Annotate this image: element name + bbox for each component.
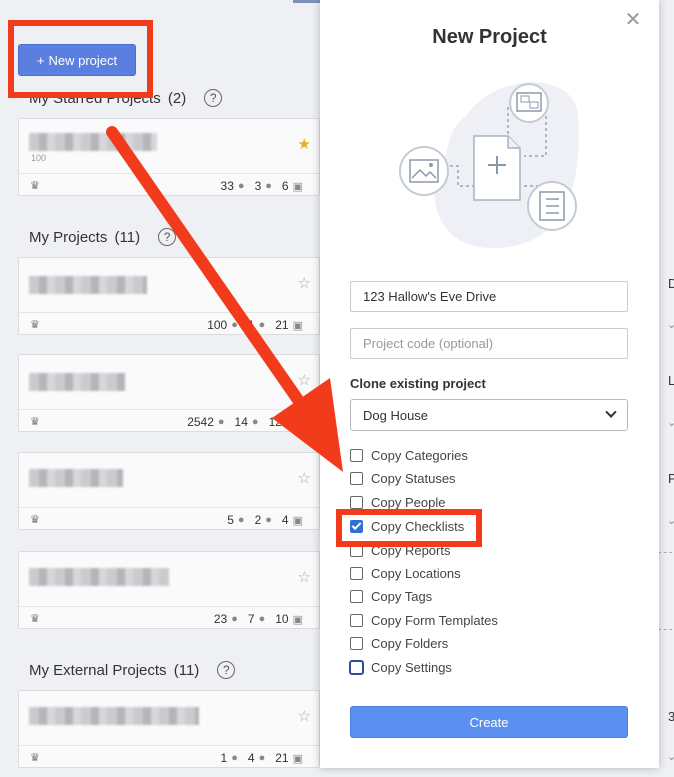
crown-icon: ♛: [30, 180, 40, 192]
star-outline-icon[interactable]: ☆: [298, 274, 311, 292]
new-project-button[interactable]: + New project: [18, 44, 136, 76]
checkbox[interactable]: [350, 613, 363, 627]
crown-icon: ♛: [30, 752, 40, 764]
checkbox[interactable]: [350, 566, 363, 580]
copy-form-templates-checkbox[interactable]: Copy Form Templates: [350, 611, 498, 629]
project-card[interactable]: 100 ★ ♛ 33 ● 3 ● 6 ▣: [18, 118, 320, 196]
section-title-starred: My Starred Projects (2) ?: [29, 89, 223, 107]
help-icon[interactable]: ?: [217, 661, 236, 679]
chevron-down-icon: ⌄: [667, 319, 674, 331]
checkbox[interactable]: [350, 543, 363, 557]
chevron-down-icon: ⌄: [667, 751, 674, 763]
form-icon: ▣: [292, 514, 303, 527]
checkbox-checked[interactable]: [350, 519, 363, 533]
project-stats: 1 ● 4 ● 21 ▣: [220, 751, 303, 765]
help-icon[interactable]: ?: [158, 228, 177, 246]
copy-people-checkbox[interactable]: Copy People: [350, 493, 445, 511]
form-icon: ▣: [292, 180, 303, 193]
add-card-placeholder[interactable]: [658, 552, 674, 630]
project-stats: 2542 ● 14 ● 129 ▣: [187, 415, 303, 429]
copy-locations-checkbox[interactable]: Copy Locations: [350, 564, 461, 582]
location-pin-icon: ●: [237, 180, 245, 192]
project-name-redacted: [29, 707, 199, 725]
checkbox[interactable]: [350, 589, 363, 603]
copy-folders-checkbox[interactable]: Copy Folders: [350, 634, 448, 652]
location-pin-icon: ●: [231, 319, 238, 331]
person-icon: ●: [258, 613, 266, 625]
checkbox[interactable]: [350, 660, 363, 674]
star-outline-icon[interactable]: ☆: [298, 568, 311, 586]
edge-card-letter: L: [668, 373, 674, 388]
plus-icon: +: [36, 52, 45, 68]
project-name-redacted: [29, 276, 147, 294]
chevron-down-icon: ⌄: [667, 515, 674, 527]
clone-project-select[interactable]: Dog House: [350, 399, 628, 431]
project-code-input[interactable]: Project code (optional): [350, 328, 628, 359]
location-pin-icon: ●: [237, 514, 245, 526]
section-title-my-projects: My Projects (11) ?: [29, 228, 177, 246]
project-card[interactable]: ☆ ♛ 100 ● 1 ● 21 ▣: [18, 257, 320, 335]
project-name-redacted: [29, 133, 157, 151]
project-stats: 23 ● 7 ● 10 ▣: [213, 612, 303, 626]
create-button[interactable]: Create: [350, 706, 628, 738]
crown-icon: ♛: [30, 319, 40, 331]
copy-reports-checkbox[interactable]: Copy Reports: [350, 541, 450, 559]
chevron-down-icon: [605, 406, 617, 418]
edge-card-letter: P: [668, 471, 674, 486]
form-icon: ▣: [292, 613, 303, 626]
edge-card-letter: D: [668, 276, 674, 291]
project-stats: 5 ● 2 ● 4 ▣: [227, 513, 303, 527]
checkbox[interactable]: [350, 448, 363, 462]
form-icon: ▣: [292, 416, 303, 429]
project-stats: 33 ● 3 ● 6 ▣: [220, 179, 303, 193]
clone-project-label: Clone existing project: [350, 376, 486, 391]
chevron-down-icon: ⌄: [667, 417, 674, 429]
copy-settings-checkbox[interactable]: Copy Settings: [350, 658, 452, 676]
copy-checklists-checkbox[interactable]: Copy Checklists: [350, 517, 464, 535]
checkbox[interactable]: [350, 471, 363, 485]
project-name-redacted: [29, 373, 125, 391]
star-filled-icon[interactable]: ★: [298, 135, 311, 153]
location-pin-icon: ●: [217, 416, 225, 428]
new-project-illustration: [399, 82, 579, 249]
copy-categories-checkbox[interactable]: Copy Categories: [350, 446, 468, 464]
project-card[interactable]: ☆ ♛ 5 ● 2 ● 4 ▣: [18, 452, 320, 530]
project-stats: 100 ● 1 ● 21 ▣: [207, 318, 303, 332]
tab-indicator: [293, 0, 323, 3]
person-icon: ●: [265, 514, 272, 526]
person-icon: ●: [265, 180, 272, 192]
checkbox[interactable]: [350, 636, 363, 650]
project-card[interactable]: ☆ ♛ 23 ● 7 ● 10 ▣: [18, 551, 320, 629]
crown-icon: ♛: [30, 416, 40, 428]
star-outline-icon[interactable]: ☆: [298, 707, 311, 725]
form-icon: ▣: [292, 752, 303, 765]
copy-statuses-checkbox[interactable]: Copy Statuses: [350, 469, 456, 487]
new-project-modal: ✕ New Project 123 Hallow's Eve Drive Pro…: [320, 0, 659, 768]
edge-card-letter: 3: [668, 709, 674, 724]
project-card[interactable]: ☆ ♛ 1 ● 4 ● 21 ▣: [18, 690, 320, 768]
crown-icon: ♛: [30, 613, 40, 625]
checkbox[interactable]: [350, 495, 363, 509]
help-icon[interactable]: ?: [204, 89, 223, 107]
location-pin-icon: ●: [231, 613, 238, 625]
star-outline-icon[interactable]: ☆: [298, 469, 311, 487]
crown-icon: ♛: [30, 514, 40, 526]
person-icon: ●: [251, 416, 259, 428]
person-icon: ●: [258, 319, 266, 331]
star-outline-icon[interactable]: ☆: [298, 371, 311, 389]
project-name-redacted: [29, 568, 169, 586]
project-card[interactable]: ☆ ♛ 2542 ● 14 ● 129 ▣: [18, 354, 320, 432]
modal-title: New Project: [432, 26, 547, 48]
project-name-redacted: [29, 469, 123, 487]
person-icon: ●: [258, 752, 266, 764]
copy-tags-checkbox[interactable]: Copy Tags: [350, 587, 432, 605]
project-name-input[interactable]: 123 Hallow's Eve Drive: [350, 281, 628, 312]
location-pin-icon: ●: [231, 752, 238, 764]
section-title-external: My External Projects (11) ?: [29, 661, 236, 679]
form-icon: ▣: [292, 319, 303, 332]
